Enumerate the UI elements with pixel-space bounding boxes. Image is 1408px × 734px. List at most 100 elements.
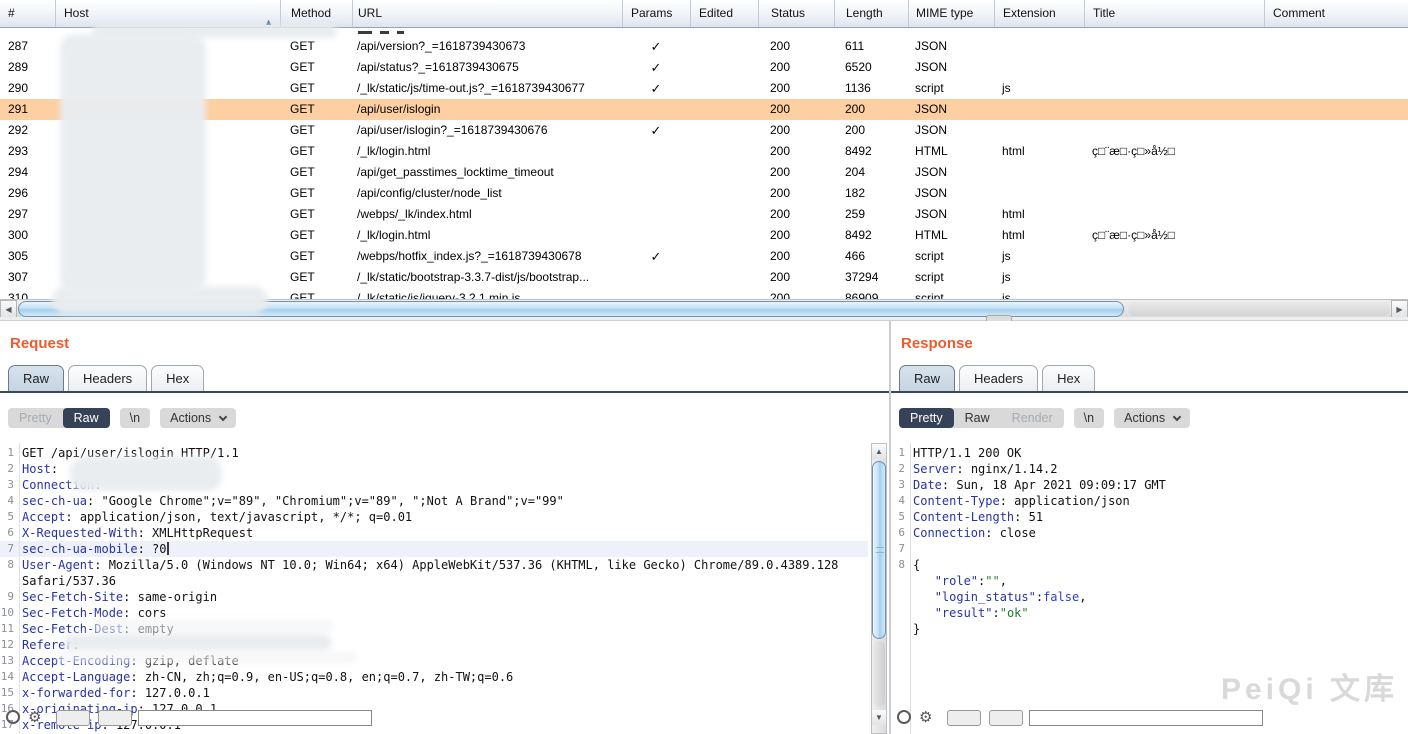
table-row[interactable]: 291 GET /api/user/islogin 200 200 JSON — [0, 99, 1408, 120]
editor-line: 5 Accept: application/json, text/javascr… — [0, 509, 868, 525]
line-number: 15 — [0, 686, 14, 699]
table-row[interactable]: 289 GET /api/status?_=1618739430675 ✓ 20… — [0, 57, 1408, 78]
search-next-button[interactable] — [989, 710, 1023, 726]
table-row[interactable]: 294 GET /api/get_passtimes_locktime_time… — [0, 162, 1408, 183]
cell-comment — [1264, 120, 1408, 141]
column-header-title[interactable]: Title — [1084, 0, 1264, 27]
newline-toggle-button[interactable]: \n — [119, 408, 151, 428]
cell-extension — [994, 99, 1084, 120]
pretty-raw-toggle: Pretty Raw — [8, 408, 110, 428]
proxy-history-table: # Host ▲ Method URL Params Edited Status… — [0, 0, 1408, 318]
tab-hex[interactable]: Hex — [151, 365, 205, 391]
cell-comment — [1264, 57, 1408, 78]
search-next-button[interactable] — [98, 710, 132, 726]
column-header-host[interactable]: Host ▲ — [55, 0, 280, 27]
search-icon[interactable] — [897, 710, 911, 724]
cell-status: 200 — [770, 228, 791, 242]
raw-button[interactable]: Raw — [954, 408, 1001, 428]
cell-length: 8492 — [845, 144, 872, 158]
search-input[interactable] — [1029, 710, 1263, 726]
scroll-up-arrow-icon[interactable]: ▲ — [872, 444, 886, 459]
render-button[interactable]: Render — [1001, 408, 1064, 428]
table-row[interactable]: 296 GET /api/config/cluster/node_list 20… — [0, 183, 1408, 204]
search-input[interactable] — [138, 710, 372, 726]
column-header-number[interactable]: # — [0, 0, 55, 27]
cell-method: GET — [290, 249, 315, 263]
column-header-status[interactable]: Status — [758, 0, 834, 27]
cell-row-number: 289 — [8, 60, 29, 74]
cell-title — [1084, 246, 1264, 267]
scroll-right-arrow-icon[interactable]: ▶ — [1391, 300, 1408, 318]
cell-mime-type: JSON — [915, 186, 948, 200]
cell-length: 8492 — [845, 228, 872, 242]
table-row[interactable]: 293 GET /_lk/login.html 200 8492 HTML ht… — [0, 141, 1408, 162]
table-row[interactable]: 305 GET /webps/hotfix_index.js?_=1618739… — [0, 246, 1408, 267]
search-prev-button[interactable] — [56, 710, 90, 726]
cell-method: GET — [290, 228, 315, 242]
tab-headers[interactable]: Headers — [68, 365, 148, 391]
tab-raw[interactable]: Raw — [8, 365, 65, 391]
column-header-params[interactable]: Params — [622, 0, 690, 27]
cell-title — [1084, 162, 1264, 183]
table-row[interactable]: 307 GET /_lk/static/bootstrap-3.3.7-dist… — [0, 267, 1408, 288]
cell-status: 200 — [770, 270, 791, 284]
cell-method: GET — [290, 60, 315, 74]
column-header-edited[interactable]: Edited — [690, 0, 758, 27]
cell-status: 200 — [770, 165, 791, 179]
cell-mime-type: JSON — [915, 39, 948, 53]
gear-icon[interactable]: ⚙ — [919, 708, 932, 726]
column-header-extension[interactable]: Extension — [994, 0, 1084, 27]
table-row[interactable]: 290 GET /_lk/static/js/time-out.js?_=161… — [0, 78, 1408, 99]
cell-mime-type: HTML — [915, 228, 948, 242]
tab-hex[interactable]: Hex — [1042, 365, 1096, 391]
cell-url: /api/config/cluster/node_list — [357, 186, 502, 200]
line-number: 2 — [7, 462, 14, 475]
cell-edited — [690, 204, 758, 225]
column-header-comment[interactable]: Comment — [1264, 0, 1408, 27]
table-row[interactable]: 292 GET /api/user/islogin?_=161873943067… — [0, 120, 1408, 141]
table-row[interactable]: 300 GET /_lk/login.html 200 8492 HTML ht… — [0, 225, 1408, 246]
column-header-mime[interactable]: MIME type — [908, 0, 994, 27]
cell-edited — [690, 78, 758, 99]
line-text: } — [913, 622, 921, 636]
horizontal-scrollbar-track[interactable] — [1128, 302, 1390, 316]
tab-underline — [0, 391, 889, 393]
table-row[interactable]: 297 GET /webps/_lk/index.html 200 259 JS… — [0, 204, 1408, 225]
request-vertical-scrollbar[interactable]: ▲ ▼ — [871, 443, 887, 734]
editor-line: 14 Accept-Language: zh-CN, zh;q=0.9, en-… — [0, 669, 868, 685]
line-text: Content-Length: 51 — [913, 510, 1044, 524]
vertical-scrollbar-thumb[interactable] — [872, 461, 886, 639]
cell-row-number: 300 — [8, 228, 29, 242]
cell-title — [1084, 57, 1264, 78]
column-header-method[interactable]: Method — [280, 0, 352, 27]
pretty-button[interactable]: Pretty — [899, 408, 954, 428]
cell-params-check — [622, 141, 690, 162]
scroll-down-arrow-icon[interactable]: ▼ — [872, 710, 886, 725]
cell-params-check — [622, 204, 690, 225]
raw-button[interactable]: Raw — [62, 408, 110, 428]
line-text: sec-ch-ua-mobile: ?0 — [22, 542, 169, 556]
cell-row-number: 292 — [8, 123, 29, 137]
gear-icon[interactable]: ⚙ — [28, 708, 41, 726]
table-row[interactable]: 287 GET /api/version?_=1618739430673 ✓ 2… — [0, 36, 1408, 57]
column-header-length[interactable]: Length — [834, 0, 908, 27]
actions-button[interactable]: Actions — [1114, 408, 1191, 428]
line-number — [891, 621, 905, 637]
vertical-scrollbar-track[interactable] — [873, 641, 885, 707]
line-text: Sec-Fetch-Site: same-origin — [22, 590, 218, 604]
line-text: User-Agent: Mozilla/5.0 (Windows NT 10.0… — [22, 558, 839, 572]
column-header-url[interactable]: URL — [352, 0, 622, 27]
line-number: 2 — [898, 462, 905, 475]
pretty-button[interactable]: Pretty — [8, 408, 63, 428]
search-icon[interactable] — [6, 710, 20, 724]
tab-raw[interactable]: Raw — [899, 365, 956, 391]
chevron-down-icon — [1172, 412, 1182, 422]
cell-method: GET — [290, 81, 315, 95]
newline-toggle-button[interactable]: \n — [1073, 408, 1105, 428]
scroll-left-arrow-icon[interactable]: ◀ — [0, 300, 17, 318]
cell-extension: html — [1002, 207, 1025, 221]
tab-headers[interactable]: Headers — [959, 365, 1039, 391]
search-prev-button[interactable] — [947, 710, 981, 726]
cell-method: GET — [290, 165, 315, 179]
actions-button[interactable]: Actions — [160, 408, 237, 428]
